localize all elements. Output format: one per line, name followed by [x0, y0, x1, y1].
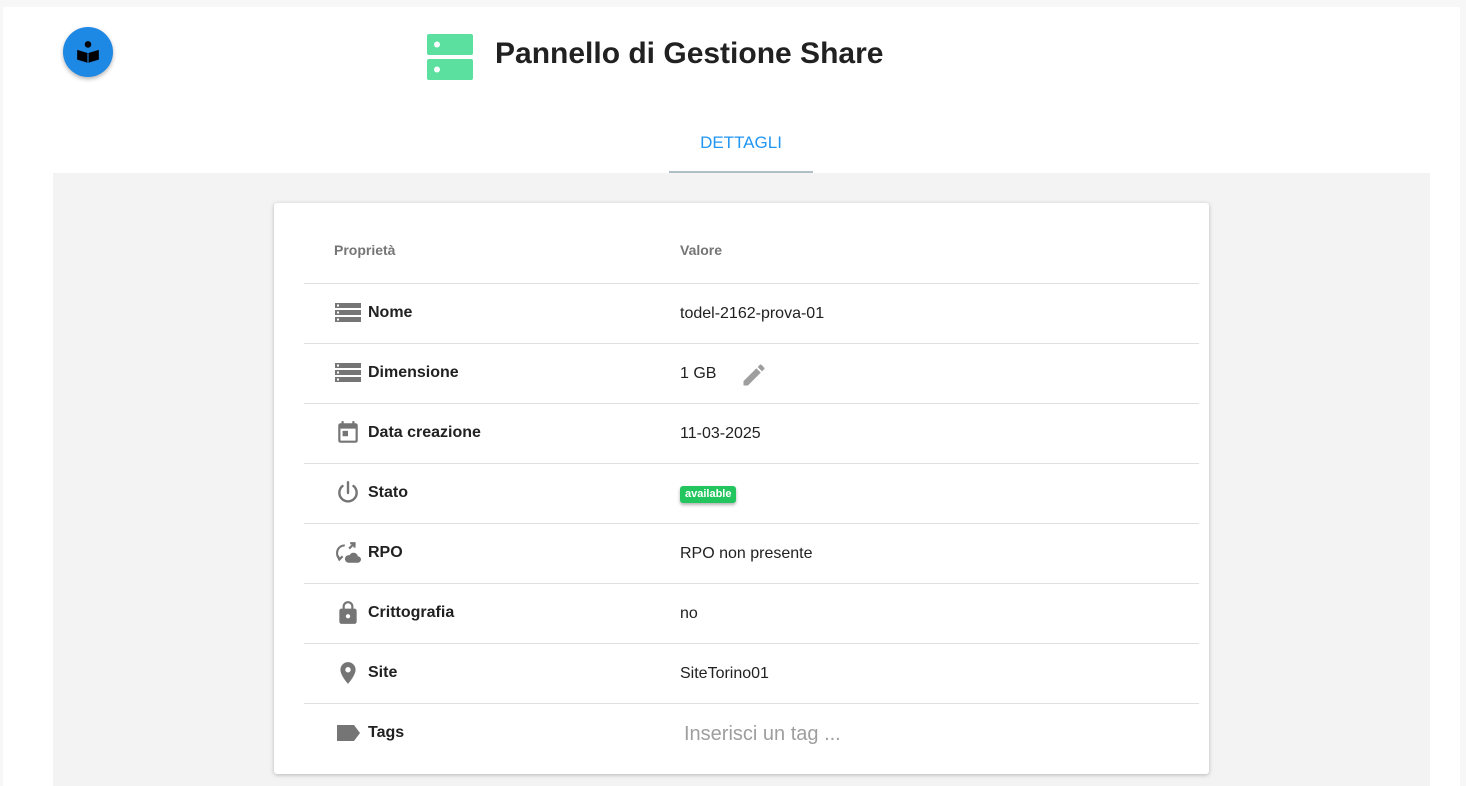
row-value: SiteTorino01: [680, 665, 769, 682]
table-row: Nome todel-2162-prova-01: [304, 284, 1199, 344]
lock-icon: [339, 601, 357, 624]
row-label: RPO: [368, 544, 403, 561]
table-row: Site SiteTorino01: [304, 644, 1199, 704]
location-pin-icon: [340, 662, 356, 684]
details-table: Proprietà Valore Nome todel-2162-prova-0…: [304, 223, 1199, 763]
tab-dettagli[interactable]: DETTAGLI: [669, 115, 813, 173]
storage-icon: [427, 34, 473, 80]
page-title: Pannello di Gestione Share: [495, 37, 884, 70]
table-row: Dimensione 1 GB: [304, 344, 1199, 404]
table-row: Data creazione 11-03-2025: [304, 404, 1199, 464]
row-value: 1 GB: [680, 365, 717, 382]
header-property: Proprietà: [334, 242, 396, 258]
storage-icon: [335, 363, 361, 382]
row-label: Site: [368, 664, 398, 681]
row-label: Data creazione: [368, 424, 481, 441]
row-label: Crittografia: [368, 604, 455, 621]
sync-cloud-icon: [336, 542, 361, 563]
table-row: RPO RPO non presente: [304, 524, 1199, 584]
row-value: RPO non presente: [680, 545, 813, 562]
table-row: Crittografia no: [304, 584, 1199, 644]
row-value: 11-03-2025: [680, 425, 761, 442]
content-area: Proprietà Valore Nome todel-2162-prova-0…: [53, 173, 1430, 786]
status-badge: available: [680, 486, 737, 503]
pencil-icon[interactable]: [740, 361, 768, 389]
storage-icon: [335, 303, 361, 322]
power-icon: [338, 480, 358, 503]
tab-bar: DETTAGLI: [53, 115, 1430, 174]
book-reader-icon: [77, 41, 99, 63]
table-row: Stato available: [304, 464, 1199, 524]
tag-icon: [337, 725, 360, 741]
row-label: Dimensione: [368, 364, 459, 381]
help-button[interactable]: [63, 27, 113, 77]
row-label: Nome: [368, 304, 413, 321]
header-value: Valore: [680, 242, 723, 258]
row-value: no: [680, 605, 698, 622]
row-label: Tags: [368, 724, 405, 741]
table-header: Proprietà Valore: [304, 223, 1199, 284]
table-row: Tags: [304, 704, 1199, 763]
tag-input[interactable]: [680, 718, 1188, 750]
row-label: Stato: [368, 484, 408, 501]
details-card: Proprietà Valore Nome todel-2162-prova-0…: [274, 203, 1209, 774]
calendar-icon: [338, 421, 358, 443]
row-value: todel-2162-prova-01: [680, 305, 825, 322]
